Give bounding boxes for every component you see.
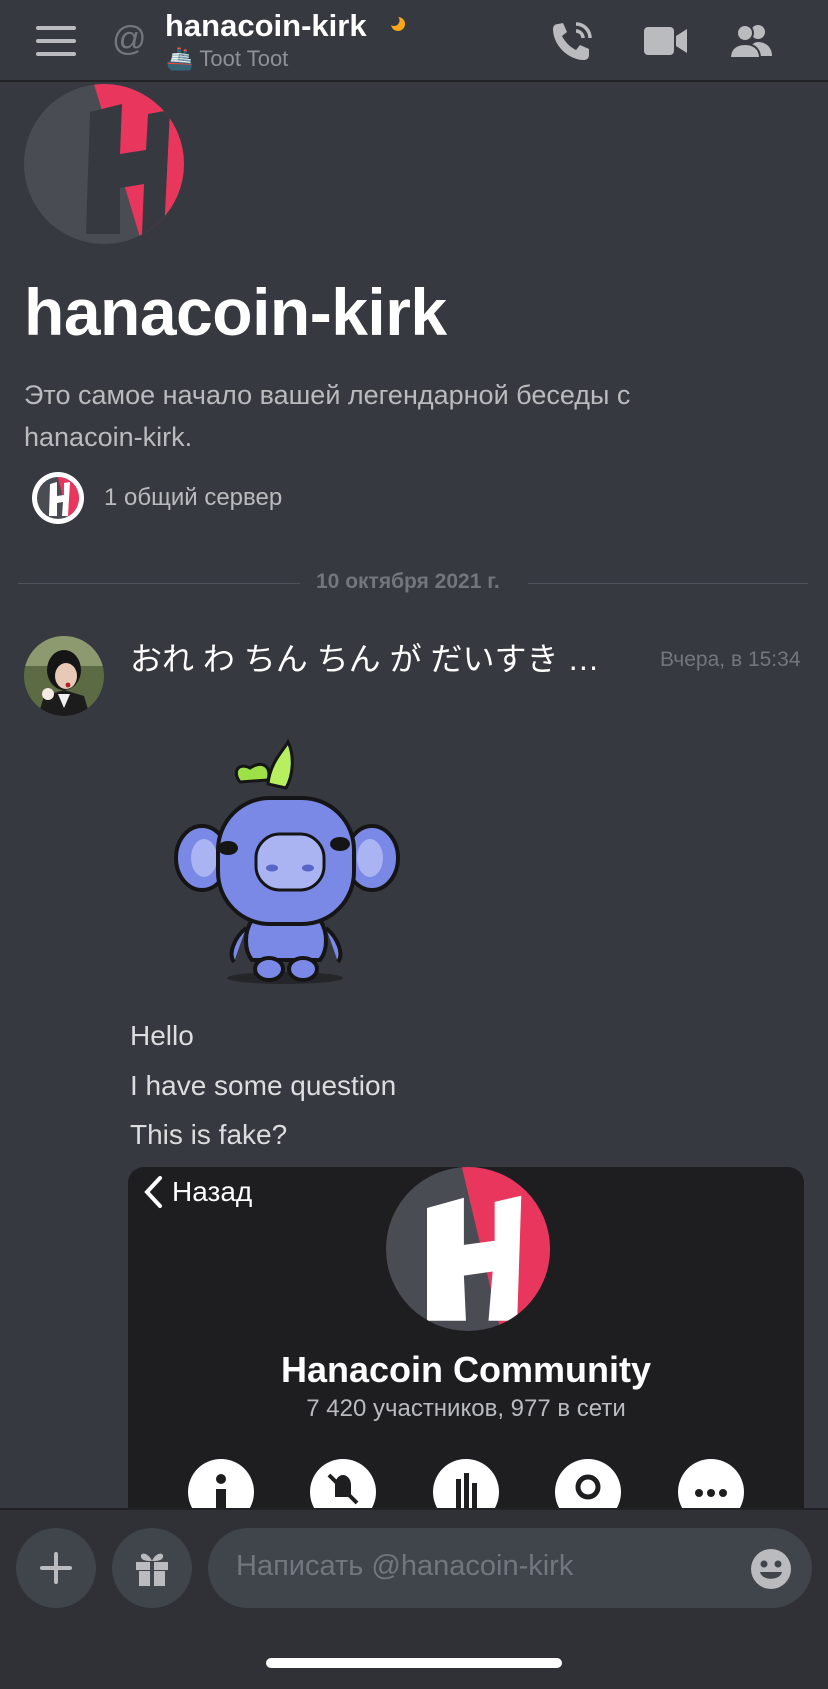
back-label: Назад bbox=[172, 1176, 253, 1207]
home-indicator[interactable] bbox=[266, 1658, 562, 1668]
gift-icon bbox=[136, 1553, 168, 1586]
message-author[interactable]: おれ わ ちん ちん が だいすき な… bbox=[130, 634, 630, 680]
back-button: Назад bbox=[142, 1175, 252, 1209]
header-username[interactable]: hanacoin-kirk bbox=[165, 8, 367, 44]
message-text: I have some question bbox=[130, 1070, 397, 1101]
dm-intro-text: Это самое начало вашей легендарной бесед… bbox=[24, 380, 631, 452]
status-text: Toot Toot bbox=[199, 46, 289, 71]
server-name: Hanacoin Community bbox=[280, 1349, 652, 1390]
chevron-left-icon bbox=[144, 1176, 162, 1208]
info-icon bbox=[188, 1459, 254, 1508]
members-icon[interactable] bbox=[728, 18, 776, 64]
server-icon bbox=[32, 472, 84, 524]
gift-button[interactable] bbox=[112, 1528, 192, 1608]
wumpus-sticker[interactable] bbox=[160, 732, 410, 992]
message-text: This is fake? bbox=[130, 1119, 288, 1150]
ship-emoji: 🚢 bbox=[166, 46, 194, 71]
date-divider: 10 октября 2021 г. bbox=[316, 570, 500, 593]
more-icon bbox=[678, 1459, 744, 1508]
notifications-icon bbox=[433, 1459, 499, 1508]
message-input-placeholder: Написать @hanacoin-kirk bbox=[236, 1550, 574, 1582]
plus-icon bbox=[40, 1552, 72, 1584]
author-avatar[interactable] bbox=[24, 636, 104, 716]
custom-status: 🚢 Toot Toot bbox=[166, 46, 288, 72]
hanacoin-logo-avatar[interactable] bbox=[24, 84, 184, 244]
menu-icon[interactable] bbox=[36, 26, 76, 56]
message-input[interactable]: Написать @hanacoin-kirk bbox=[208, 1528, 812, 1608]
mutual-servers-label: 1 общий сервер bbox=[104, 484, 283, 511]
dm-title: hanacoin-kirk bbox=[24, 275, 447, 349]
emoji-icon[interactable] bbox=[750, 1548, 792, 1590]
member-stats: 7 420 участников, 977 в сети bbox=[306, 1395, 626, 1422]
date-divider-line bbox=[18, 583, 300, 584]
idle-moon-icon bbox=[390, 16, 405, 31]
message-text: Hello bbox=[130, 1020, 194, 1051]
phone-call-icon[interactable] bbox=[550, 18, 598, 64]
video-camera-icon[interactable] bbox=[642, 18, 690, 64]
date-divider-line bbox=[528, 583, 808, 584]
add-attachment-button[interactable] bbox=[16, 1528, 96, 1608]
attached-screenshot[interactable]: Назад Hanacoin Community 7 420 участнико… bbox=[128, 1167, 804, 1508]
at-icon: @ bbox=[112, 20, 147, 58]
chat-area[interactable]: hanacoin-kirk Это самое начало вашей лег… bbox=[0, 82, 828, 1508]
message-timestamp: Вчера, в 15:34 bbox=[660, 648, 801, 671]
search-icon bbox=[555, 1459, 621, 1508]
hanacoin-server-logo bbox=[386, 1167, 550, 1331]
channel-header: @ hanacoin-kirk 🚢 Toot Toot bbox=[0, 0, 828, 82]
mute-icon bbox=[310, 1459, 376, 1508]
